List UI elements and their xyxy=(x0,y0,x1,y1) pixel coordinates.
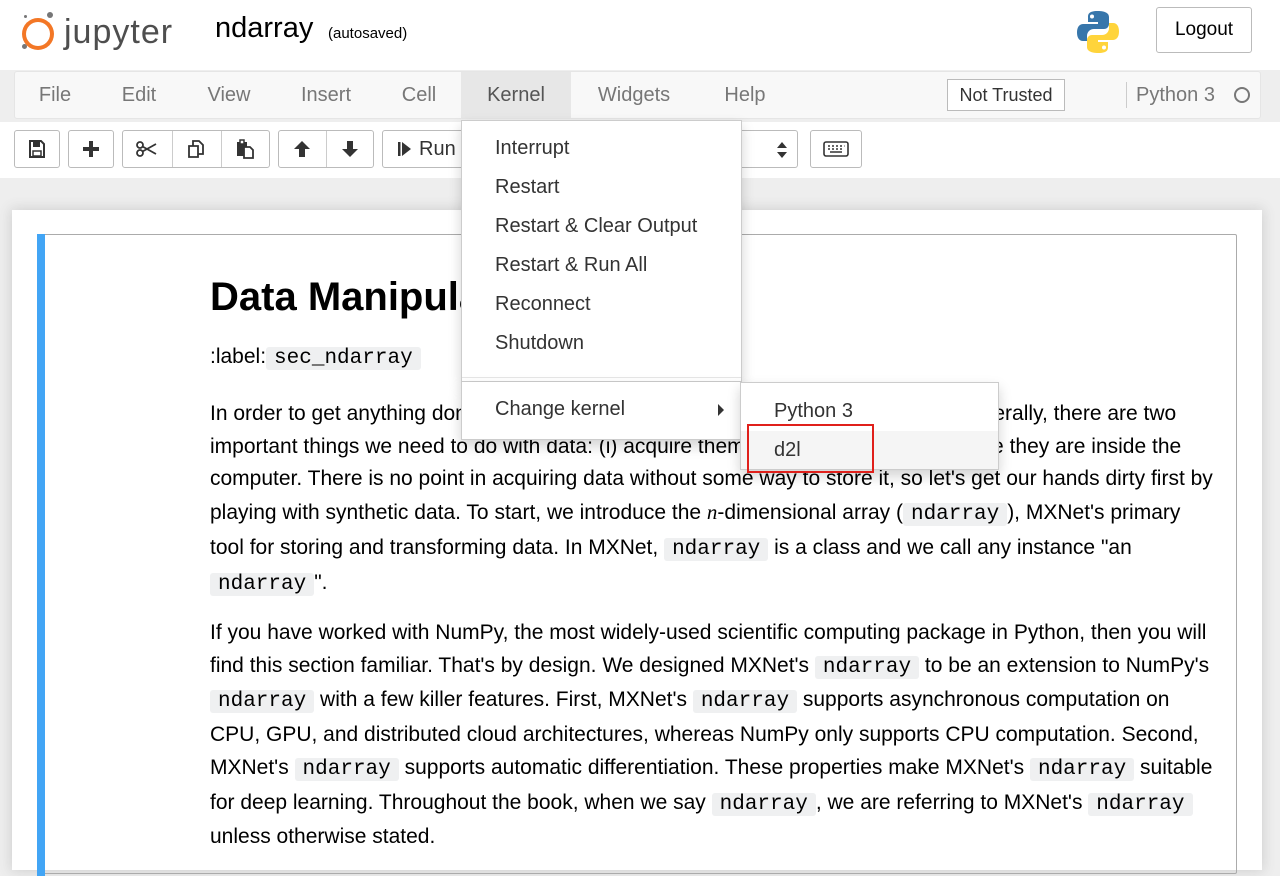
caret-right-icon xyxy=(718,404,724,416)
kernel-separator xyxy=(1126,82,1127,108)
save-icon xyxy=(27,139,47,159)
copy-icon xyxy=(186,139,206,159)
menu-widgets[interactable]: Widgets xyxy=(581,72,687,118)
copy-button[interactable] xyxy=(172,130,220,168)
paragraph-2: If you have worked with NumPy, the most … xyxy=(210,617,1215,854)
menu-edit[interactable]: Edit xyxy=(101,72,177,118)
text-span: , we are referring to MXNet's xyxy=(816,791,1088,814)
inline-code: ndarray xyxy=(903,503,1007,526)
paste-button[interactable] xyxy=(220,130,270,168)
cut-icon xyxy=(136,139,158,159)
menu-item-interrupt[interactable]: Interrupt xyxy=(495,137,569,160)
inline-code: ndarray xyxy=(693,690,797,713)
arrow-up-icon xyxy=(292,139,312,159)
logout-button[interactable]: Logout xyxy=(1156,7,1252,53)
inline-code: ndarray xyxy=(712,793,816,816)
notebook-name[interactable]: ndarray xyxy=(215,12,313,45)
jupyter-logo-icon xyxy=(20,12,56,52)
inline-code: ndarray xyxy=(1030,758,1134,781)
inline-code: ndarray xyxy=(815,656,919,679)
menu-item-restart-run-all[interactable]: Restart & Run All xyxy=(495,254,647,277)
menu-item-reconnect[interactable]: Reconnect xyxy=(495,293,591,316)
menu-file[interactable]: File xyxy=(15,72,95,118)
menubar: File Edit View Insert Cell Kernel Widget… xyxy=(14,71,1261,119)
menu-insert[interactable]: Insert xyxy=(281,72,371,118)
inline-code: ndarray xyxy=(295,758,399,781)
inline-code: ndarray xyxy=(210,573,314,596)
menu-kernel[interactable]: Kernel xyxy=(461,72,571,118)
highlight-box xyxy=(747,424,874,473)
header: jupyter ndarray (autosaved) Logout xyxy=(0,0,1280,70)
plus-icon xyxy=(81,139,101,159)
cell-selection-bar xyxy=(37,234,45,876)
label-prefix: :label: xyxy=(210,345,266,368)
cut-button[interactable] xyxy=(122,130,172,168)
menu-item-shutdown[interactable]: Shutdown xyxy=(495,332,584,355)
not-trusted-button[interactable]: Not Trusted xyxy=(947,79,1065,111)
insert-cell-button[interactable] xyxy=(68,130,114,168)
keyboard-icon xyxy=(823,141,849,157)
move-up-button[interactable] xyxy=(278,130,326,168)
menu-view[interactable]: View xyxy=(187,72,271,118)
inline-code: ndarray xyxy=(1088,793,1192,816)
python-logo-icon xyxy=(1074,8,1122,56)
text-span: ". xyxy=(314,571,327,594)
cell-type-select[interactable] xyxy=(742,130,798,168)
kernel-dropdown-menu: Interrupt Restart Restart & Clear Output… xyxy=(461,120,742,382)
move-down-button[interactable] xyxy=(326,130,374,168)
menu-help[interactable]: Help xyxy=(707,72,783,118)
text-span: to be an extension to NumPy's xyxy=(919,654,1209,677)
command-palette-button[interactable] xyxy=(810,130,862,168)
math-n: n xyxy=(707,500,718,524)
save-button[interactable] xyxy=(14,130,60,168)
inline-code: ndarray xyxy=(664,538,768,561)
text-span: -dimensional array ( xyxy=(717,501,903,524)
autosave-status: (autosaved) xyxy=(328,25,407,42)
menu-cell[interactable]: Cell xyxy=(381,72,457,118)
inline-code: sec_ndarray xyxy=(266,347,421,370)
menu-divider xyxy=(462,377,741,378)
text-span: is a class and we call any instance "an xyxy=(768,536,1131,559)
text-span: supports automatic differentiation. Thes… xyxy=(399,756,1030,779)
menu-item-change-kernel: Change kernel xyxy=(495,398,625,421)
change-kernel-item[interactable]: Change kernel xyxy=(461,382,742,440)
menu-item-restart-clear-output[interactable]: Restart & Clear Output xyxy=(495,215,697,238)
paste-icon xyxy=(235,139,255,159)
label-line: :label:sec_ndarray xyxy=(210,345,421,370)
change-kernel-submenu: Python 3 d2l xyxy=(740,382,999,470)
text-span: with a few killer features. First, MXNet… xyxy=(314,688,693,711)
jupyter-logo[interactable]: jupyter xyxy=(20,10,173,54)
kernel-idle-icon xyxy=(1234,87,1250,103)
select-arrows-icon xyxy=(776,141,788,159)
inline-code: ndarray xyxy=(210,690,314,713)
step-forward-icon xyxy=(397,140,413,158)
run-label: Run xyxy=(419,138,456,161)
arrow-down-icon xyxy=(340,139,360,159)
logo-text: jupyter xyxy=(64,13,173,52)
menu-item-restart[interactable]: Restart xyxy=(495,176,559,199)
kernel-name: Python 3 xyxy=(1136,72,1215,118)
text-span: unless otherwise stated. xyxy=(210,825,435,848)
